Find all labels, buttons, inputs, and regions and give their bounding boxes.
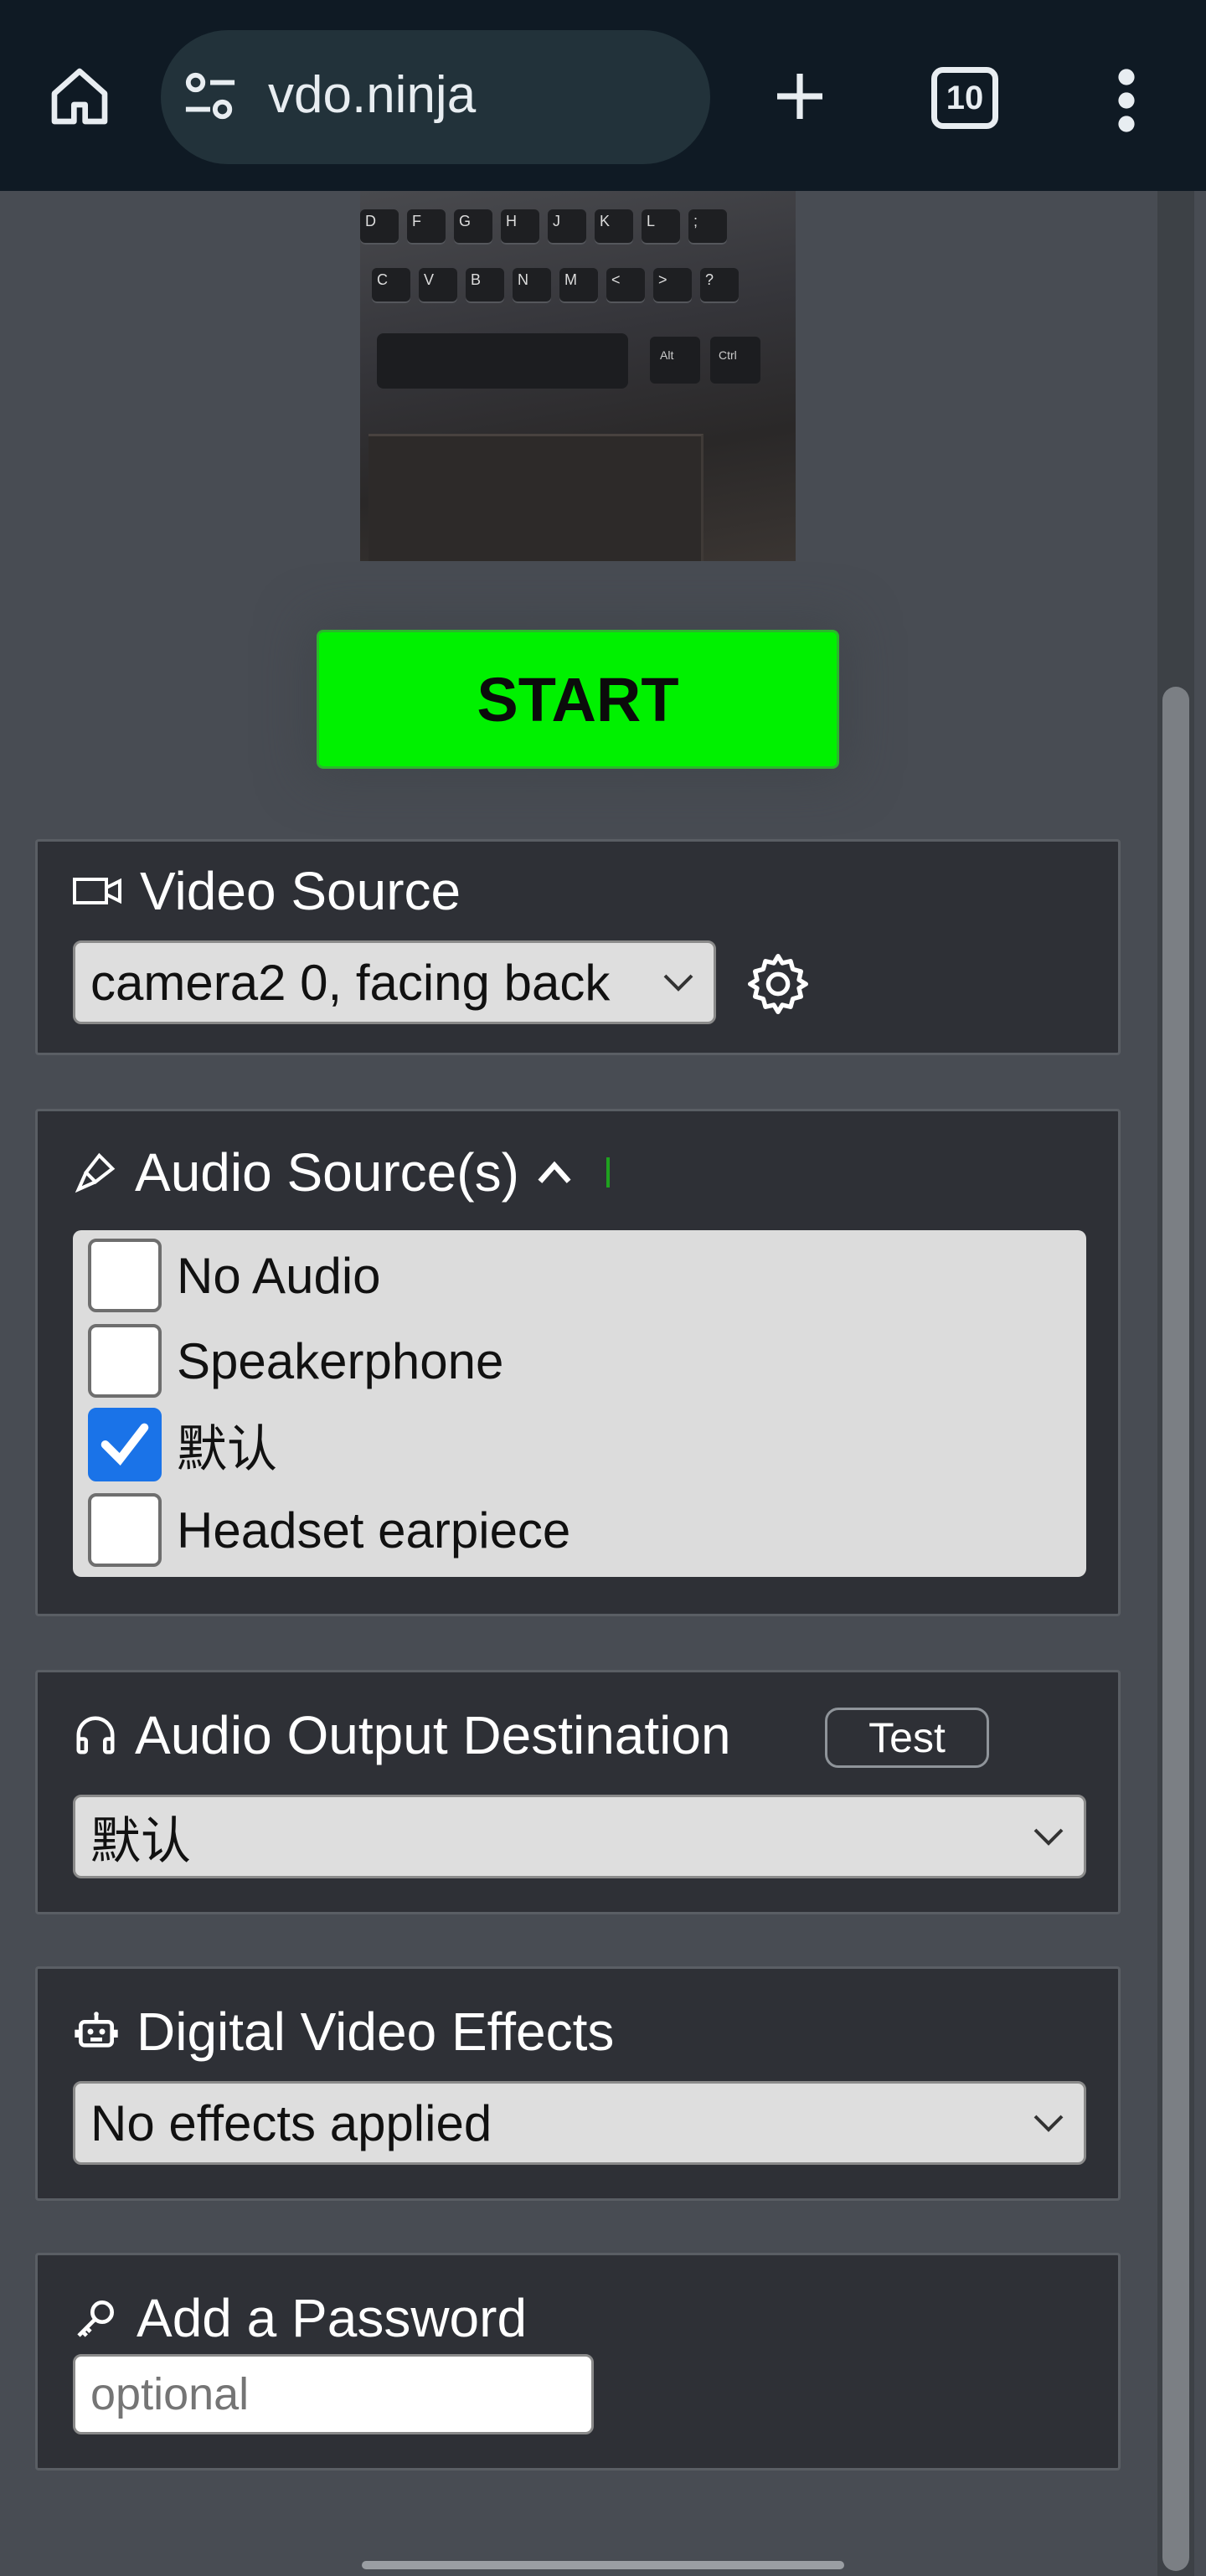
password-card: Add a Password [35,2253,1121,2470]
site-settings-icon[interactable] [181,70,240,124]
keyboard-key: K [595,209,633,245]
url-text: vdo.ninja [268,66,477,124]
video-effects-title: Digital Video Effects [137,2002,615,2062]
test-button[interactable]: Test [825,1708,989,1768]
keyboard-key: > [653,268,692,303]
microphone-icon [75,1152,116,1193]
audio-source-list: No Audio Speakerphone 默认 Headset earpiec… [73,1230,1086,1577]
list-item[interactable]: Speakerphone [88,1322,503,1399]
space-key [377,333,628,389]
list-item[interactable]: No Audio [88,1237,381,1314]
start-button[interactable]: START [317,630,839,769]
keyboard-key: D [360,209,399,245]
password-input[interactable] [73,2354,594,2434]
audio-source-title-row: Audio Source(s) [73,1141,610,1203]
keyboard-key: L [642,209,680,245]
robot-icon [75,2012,118,2048]
keyboard-key: M [559,268,598,303]
new-tab-icon[interactable] [762,59,838,134]
checkbox-speakerphone[interactable] [88,1324,162,1398]
audio-output-value: 默认 [90,1812,191,1869]
video-effects-value: No effects applied [90,2094,492,2151]
audio-source-title: Audio Source(s) [135,1142,519,1203]
headphones-icon [76,1716,115,1754]
video-camera-icon [73,878,121,904]
key-icon [77,2300,114,2337]
chevron-down-icon [1033,1828,1064,1846]
keyboard-key: N [513,268,551,303]
checkmark-icon [100,1423,149,1466]
address-bar[interactable]: vdo.ninja [161,30,710,164]
audio-option-label: 默认 [177,1420,277,1477]
keyboard-key: J [548,209,586,245]
audio-option-label: Speakerphone [177,1332,504,1389]
video-effects-card: Digital Video Effects No effects applied [35,1966,1121,2201]
video-source-title: Video Source [140,861,461,921]
keyboard-key: V [419,268,457,303]
audio-output-title: Audio Output Destination [135,1705,731,1765]
keyboard-key: ? [700,268,739,303]
checkbox-headset-earpiece[interactable] [88,1493,162,1567]
more-menu-icon[interactable] [1106,59,1147,142]
audio-level-meter [606,1157,610,1188]
video-source-card: Video Source camera2 0, facing back [35,839,1121,1055]
keyboard-key: < [606,268,645,303]
keyboard-key: F [407,209,446,245]
keyboard-key: H [501,209,539,245]
alt-key: Alt [650,337,700,384]
audio-source-card: Audio Source(s) No Audio Speakerphone 默认… [35,1109,1121,1616]
password-title-row: Add a Password [73,2287,527,2349]
checkbox-no-audio[interactable] [88,1239,162,1312]
list-item[interactable]: Headset earpiece [88,1492,570,1569]
browser-toolbar: vdo.ninja 10 [0,0,1206,191]
chevron-down-icon [1033,2115,1064,2132]
keyboard-row-bottom: C V B N M < >? [372,268,739,303]
list-item[interactable]: 默认 [88,1406,277,1483]
ctrl-key: Ctrl [710,337,760,384]
audio-output-title-row: Audio Output Destination [73,1704,731,1766]
video-source-select[interactable]: camera2 0, facing back [73,940,716,1024]
home-icon[interactable] [42,59,117,134]
audio-option-label: Headset earpiece [177,1502,571,1558]
touchpad [368,434,704,561]
keyboard-key: C [372,268,410,303]
keyboard-key: G [454,209,492,245]
audio-output-card: Audio Output Destination Test 默认 [35,1670,1121,1914]
chevron-up-icon[interactable] [536,1160,573,1185]
video-source-title-row: Video Source [73,860,461,922]
camera-preview: D F G H J K L; C V B N M < >? Alt Ctrl [360,191,796,561]
gear-icon[interactable] [745,951,812,1018]
scrollbar-thumb[interactable] [1162,687,1189,2571]
video-source-value: camera2 0, facing back [90,954,611,1011]
keyboard-row-top: D F G H J K L; [360,209,727,245]
video-effects-title-row: Digital Video Effects [73,2001,614,2063]
checkbox-default[interactable] [88,1408,162,1481]
tab-count: 10 [946,79,984,116]
audio-option-label: No Audio [177,1247,381,1304]
tab-switcher-button[interactable]: 10 [931,67,998,129]
chevron-down-icon [663,974,693,992]
keyboard-key: B [466,268,504,303]
password-title: Add a Password [137,2288,528,2348]
gesture-navigation-bar[interactable] [362,2561,844,2569]
video-effects-select[interactable]: No effects applied [73,2081,1086,2165]
keyboard-key: ; [688,209,727,245]
audio-output-select[interactable]: 默认 [73,1795,1086,1878]
